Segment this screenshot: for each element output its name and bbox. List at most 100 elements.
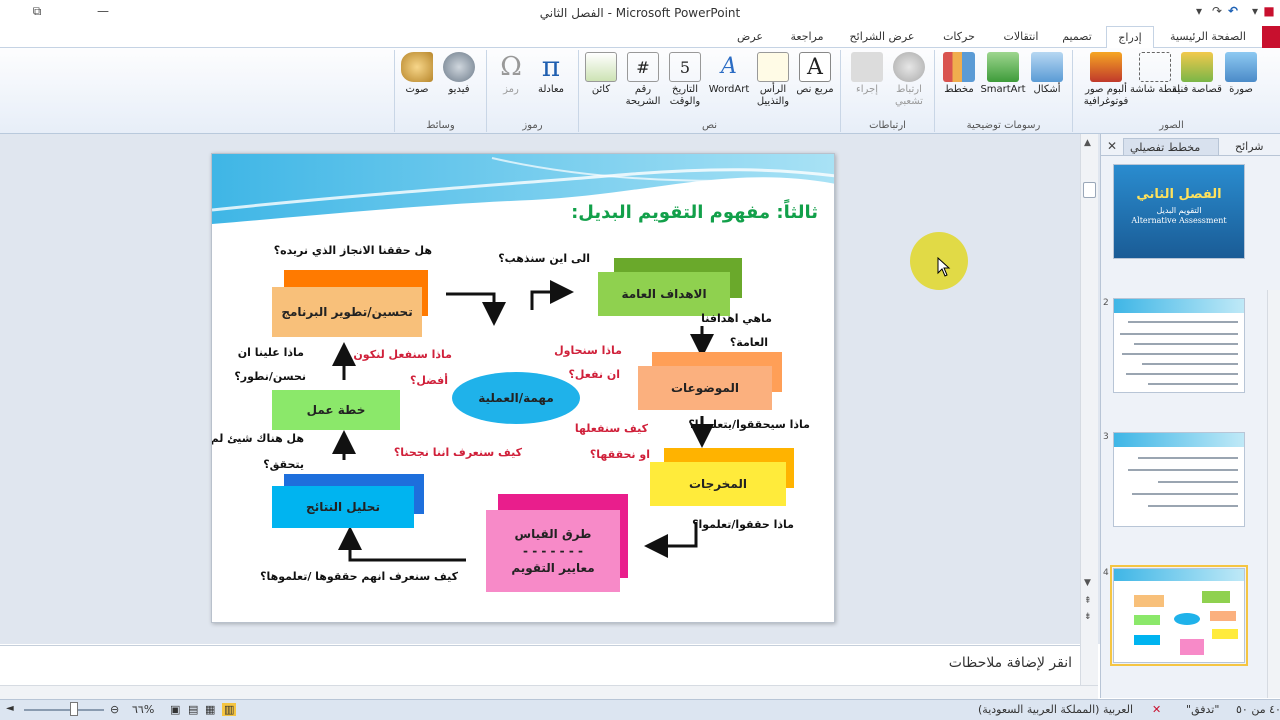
undo-icon[interactable]: ↶ xyxy=(1222,4,1244,22)
task-label: مهمة/العملية xyxy=(478,391,554,405)
question-try-1: ماذا سنحاول xyxy=(554,344,622,357)
zoom-slider-thumb[interactable] xyxy=(70,702,78,716)
question-goals-1: ماهي اهدافنا xyxy=(701,312,772,325)
topics-label: الموضوعات xyxy=(670,381,740,395)
title-bar: ⧉ — الفصل الثاني - Microsoft PowerPoint … xyxy=(0,0,1280,28)
question-better-1: ماذا سنفعل لنكون xyxy=(353,348,452,361)
file-tab[interactable] xyxy=(1262,26,1280,48)
outputs-box: المخرجات xyxy=(650,462,786,506)
film-reel-icon xyxy=(443,52,475,82)
slideshow-view-icon[interactable]: ▣ xyxy=(170,703,180,716)
goals-label: الاهداف العامة xyxy=(621,287,707,301)
screenshot-button[interactable]: لقطة شاشة xyxy=(1129,52,1181,96)
sorter-view-icon[interactable]: ▦ xyxy=(205,703,215,716)
outputs-label: المخرجات xyxy=(689,477,747,491)
current-slide[interactable]: ثالثاً: مفهوم التقويم البديل: تحسين/تطوي… xyxy=(211,153,835,623)
slide-thumbnail-3[interactable] xyxy=(1113,432,1245,527)
zoom-out-icon[interactable]: ⊖ xyxy=(110,703,119,716)
screenshot-icon xyxy=(1139,52,1171,82)
question-how-1: كيف سنفعلها xyxy=(574,422,648,435)
ribbon: صورة قصاصة فنية لقطة شاشة ألبوم صور فوتو… xyxy=(0,48,1280,134)
question-goals-2: العامة؟ xyxy=(729,336,768,349)
slide-number-3: 3 xyxy=(1103,432,1109,442)
question-notyet-2: يتحقق؟ xyxy=(263,458,304,471)
improve-box: تحسين/تطوير البرنامج xyxy=(272,287,422,337)
tab-home[interactable]: الصفحة الرئيسية xyxy=(1160,26,1256,48)
question-success: كيف سنعرف اننا نجحنا؟ xyxy=(393,446,522,459)
notes-placeholder[interactable]: انقر لإضافة ملاحظات xyxy=(949,655,1072,671)
clipart-icon xyxy=(1181,52,1213,82)
tab-outline[interactable]: مخطط تفصيلي xyxy=(1123,138,1219,156)
fit-window-icon[interactable]: ◄ xyxy=(6,703,14,714)
tab-review[interactable]: مراجعة xyxy=(780,26,834,48)
thumb2-header xyxy=(1114,299,1244,313)
tab-view[interactable]: عرض xyxy=(728,26,772,48)
action-button[interactable]: إجراء xyxy=(841,52,893,96)
slide-counter: ٤٠ من ٥٠ xyxy=(1236,703,1280,716)
header-footer-icon xyxy=(757,52,789,82)
group-media: فيديو صوت وسائط xyxy=(394,50,486,132)
zoom-level[interactable]: ٦٦% xyxy=(132,703,154,716)
criteria-label: معايير التقويم xyxy=(511,561,595,575)
powerpoint-logo-icon[interactable]: ■ xyxy=(1258,4,1280,22)
tab-transitions[interactable]: انتقالات xyxy=(990,26,1052,48)
theme-name: "تدفق" xyxy=(1186,703,1220,716)
group-symbols: π معادلة Ω رمز رموز xyxy=(486,50,578,132)
mouse-cursor-icon xyxy=(937,257,951,277)
audio-button[interactable]: صوت xyxy=(391,52,443,96)
thumb1-english: Alternative Assessment xyxy=(1131,216,1227,225)
question-better-2: أفضل؟ xyxy=(409,374,448,387)
slide-thumbnail-1[interactable]: الفصل الثاني التقويم البديل Alternative … xyxy=(1113,164,1245,259)
tab-slides[interactable]: شرائح xyxy=(1229,138,1270,156)
group-links: ارتباط تشعبي إجراء ارتباطات xyxy=(840,50,934,132)
language-status[interactable]: العربية (المملكة العربية السعودية) xyxy=(978,703,1133,716)
picture-icon xyxy=(1225,52,1257,82)
horizontal-scrollbar[interactable] xyxy=(0,685,1098,699)
plan-box: خطة عمل xyxy=(272,390,400,430)
prev-slide-icon[interactable]: ⇞ xyxy=(1084,596,1092,606)
question-where: الى اين سنذهب؟ xyxy=(498,252,590,265)
reading-view-icon[interactable]: ▤ xyxy=(188,703,198,716)
calendar-icon: 5 xyxy=(669,52,701,82)
proofing-icon[interactable]: ✕ xyxy=(1152,703,1161,716)
thumb1-title: الفصل الثاني xyxy=(1136,187,1222,202)
tab-slideshow[interactable]: عرض الشرائح xyxy=(836,26,928,48)
tab-animations[interactable]: حركات xyxy=(932,26,986,48)
speaker-icon xyxy=(401,52,433,82)
goals-box: الاهداف العامة xyxy=(598,272,730,316)
object-button[interactable]: كائن xyxy=(575,52,627,96)
chart-button[interactable]: مخطط xyxy=(933,52,985,96)
scroll-thumb[interactable] xyxy=(1083,182,1096,198)
thumb3-header xyxy=(1114,433,1244,447)
question-notyet-1: هل هناك شيئ لم xyxy=(211,432,304,445)
group-images: صورة قصاصة فنية لقطة شاشة ألبوم صور فوتو… xyxy=(1072,50,1270,132)
slide-number-4: 4 xyxy=(1103,568,1109,578)
thumb4-header xyxy=(1114,569,1244,581)
tab-design[interactable]: تصميم xyxy=(1052,26,1102,48)
notes-pane[interactable]: انقر لإضافة ملاحظات xyxy=(0,645,1080,685)
next-slide-icon[interactable]: ⇟ xyxy=(1084,612,1092,622)
slide-thumbnail-4[interactable] xyxy=(1110,565,1248,666)
slide-vertical-scrollbar[interactable]: ▲ ▼ ⇞ ⇟ xyxy=(1080,134,1098,686)
question-achieved: هل حققنا الانجاز الذي نريده؟ xyxy=(273,244,432,257)
scroll-down-icon[interactable]: ▼ xyxy=(1084,578,1091,588)
symbol-button[interactable]: Ω رمز xyxy=(485,52,537,96)
measure-label: طرق القياس xyxy=(514,527,592,541)
tab-insert[interactable]: إدراج xyxy=(1106,26,1154,49)
scroll-up-icon[interactable]: ▲ xyxy=(1084,138,1091,148)
panel-scrollbar[interactable] xyxy=(1267,290,1280,698)
close-panel-icon[interactable]: ✕ xyxy=(1107,139,1117,153)
normal-view-icon[interactable]: ▥ xyxy=(222,703,237,716)
pi-icon: π xyxy=(541,50,561,83)
photo-album-button[interactable]: ألبوم صور فوتوغرافية xyxy=(1077,52,1135,108)
question-learn: ماذا سيحققوا/يتعلموا؟ xyxy=(688,418,810,431)
object-icon xyxy=(585,52,617,82)
photo-album-icon xyxy=(1090,52,1122,82)
question-must-2: نحسن/نطور؟ xyxy=(234,370,306,383)
question-learned: ماذا حققوا/تعلموا؟ xyxy=(692,518,794,531)
group-illustrations: أشكال SmartArt مخطط رسومات توضيحية xyxy=(934,50,1072,132)
question-must-1: ماذا علينا ان xyxy=(237,346,304,359)
omega-icon: Ω xyxy=(500,52,522,82)
slide-thumbnail-2[interactable] xyxy=(1113,298,1245,393)
zoom-slider[interactable] xyxy=(24,709,104,711)
